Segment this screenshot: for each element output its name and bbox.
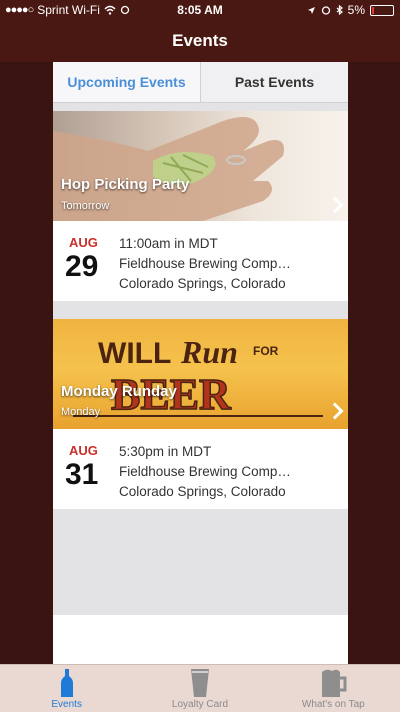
- beer-mug-icon: [322, 669, 347, 697]
- segmented-control: Upcoming Events Past Events: [53, 62, 348, 103]
- tab-events[interactable]: Events: [0, 665, 133, 712]
- pint-glass-icon: [190, 669, 209, 697]
- event-month: AUG: [69, 235, 98, 250]
- event-time: 11:00am in MDT: [119, 236, 218, 251]
- event-day: 29: [65, 250, 99, 283]
- bluetooth-icon: [336, 5, 343, 15]
- event-card[interactable]: WILL Run FOR BEER Monday Runday Monday A…: [53, 319, 348, 509]
- svg-text:FOR: FOR: [253, 344, 279, 358]
- event-subtitle: Tomorrow: [61, 200, 110, 212]
- tab-upcoming-events[interactable]: Upcoming Events: [53, 62, 200, 102]
- event-month: AUG: [69, 443, 98, 458]
- svg-text:WILL: WILL: [98, 337, 171, 370]
- list-footer: [53, 615, 348, 664]
- events-content: Upcoming Events Past Events Hop Picking …: [53, 62, 348, 664]
- event-location: Colorado Springs, Colorado: [119, 484, 286, 499]
- event-info: 11:00am in MDT Fieldhouse Brewing Comp… …: [119, 234, 339, 294]
- event-banner-image[interactable]: Hop Picking Party Tomorrow: [53, 111, 348, 221]
- battery-percent: 5%: [347, 3, 365, 17]
- event-title: Hop Picking Party: [61, 176, 190, 193]
- event-subtitle: Monday: [61, 406, 101, 418]
- event-info: 5:30pm in MDT Fieldhouse Brewing Comp… C…: [119, 442, 339, 502]
- event-location: Colorado Springs, Colorado: [119, 276, 286, 291]
- alarm-icon: [321, 6, 330, 15]
- tab-label: Events: [51, 699, 82, 710]
- event-card[interactable]: Hop Picking Party Tomorrow AUG 29 11:00a…: [53, 111, 348, 301]
- status-bar: ●●●●○ Sprint Wi-Fi 8:05 AM 5%: [0, 0, 400, 20]
- event-day: 31: [65, 458, 99, 491]
- svg-text:Run: Run: [180, 334, 238, 370]
- nav-bar: Events: [0, 20, 400, 62]
- event-details[interactable]: AUG 29 11:00am in MDT Fieldhouse Brewing…: [53, 221, 348, 301]
- tab-bar: Events Loyalty Card What's on Tap: [0, 664, 400, 712]
- location-arrow-icon: [307, 6, 315, 14]
- event-banner-image[interactable]: WILL Run FOR BEER Monday Runday Monday: [53, 319, 348, 429]
- tab-whats-on-tap[interactable]: What's on Tap: [267, 665, 400, 712]
- tab-past-events[interactable]: Past Events: [200, 62, 348, 102]
- tab-label: Loyalty Card: [171, 699, 229, 710]
- event-details[interactable]: AUG 31 5:30pm in MDT Fieldhouse Brewing …: [53, 429, 348, 509]
- bottle-icon: [60, 669, 73, 697]
- event-venue: Fieldhouse Brewing Comp…: [119, 464, 291, 479]
- event-venue: Fieldhouse Brewing Comp…: [119, 256, 291, 271]
- page-title: Events: [172, 31, 228, 50]
- tab-label: What's on Tap: [301, 699, 365, 710]
- battery-icon: [370, 4, 394, 16]
- event-time: 5:30pm in MDT: [119, 444, 212, 459]
- event-title: Monday Runday: [61, 383, 177, 400]
- tab-loyalty-card[interactable]: Loyalty Card: [133, 665, 266, 712]
